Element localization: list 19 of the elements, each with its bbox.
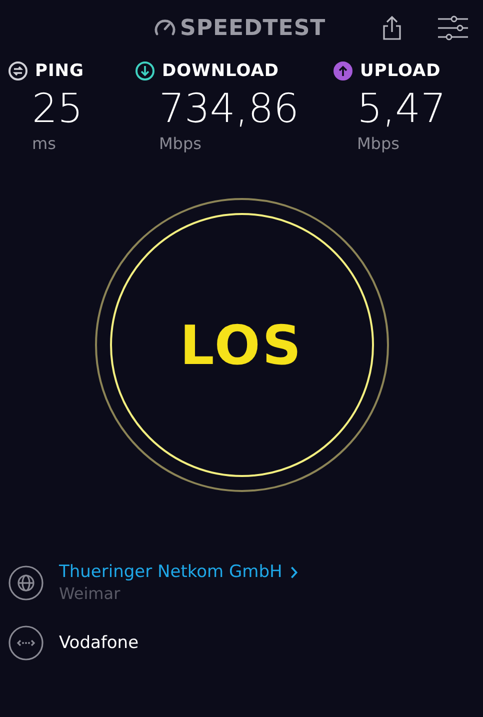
globe-icon (8, 564, 44, 600)
metric-unit: ms (32, 133, 56, 155)
metric-label: DOWNLOAD (162, 61, 280, 81)
metric-unit: Mbps (159, 133, 202, 155)
network-icon (8, 625, 44, 661)
server-location: Weimar (59, 584, 122, 603)
settings-icon[interactable] (436, 15, 469, 41)
metric-value: 5,47 (357, 86, 446, 132)
provider-name: Vodafone (59, 633, 139, 653)
go-button[interactable]: LOS (110, 213, 374, 477)
metric-value: 25 (32, 86, 83, 132)
metric-label: PING (35, 61, 84, 81)
app-logo: SPEEDTEST (180, 16, 326, 40)
chevron-right-icon[interactable] (290, 566, 298, 578)
metric-value: 734,86 (159, 86, 299, 132)
server-name-link[interactable]: Thueringer Netkom GmbH (59, 562, 282, 582)
metric-unit: Mbps (357, 133, 400, 155)
metric-label: UPLOAD (360, 61, 441, 81)
share-icon[interactable] (382, 15, 402, 41)
